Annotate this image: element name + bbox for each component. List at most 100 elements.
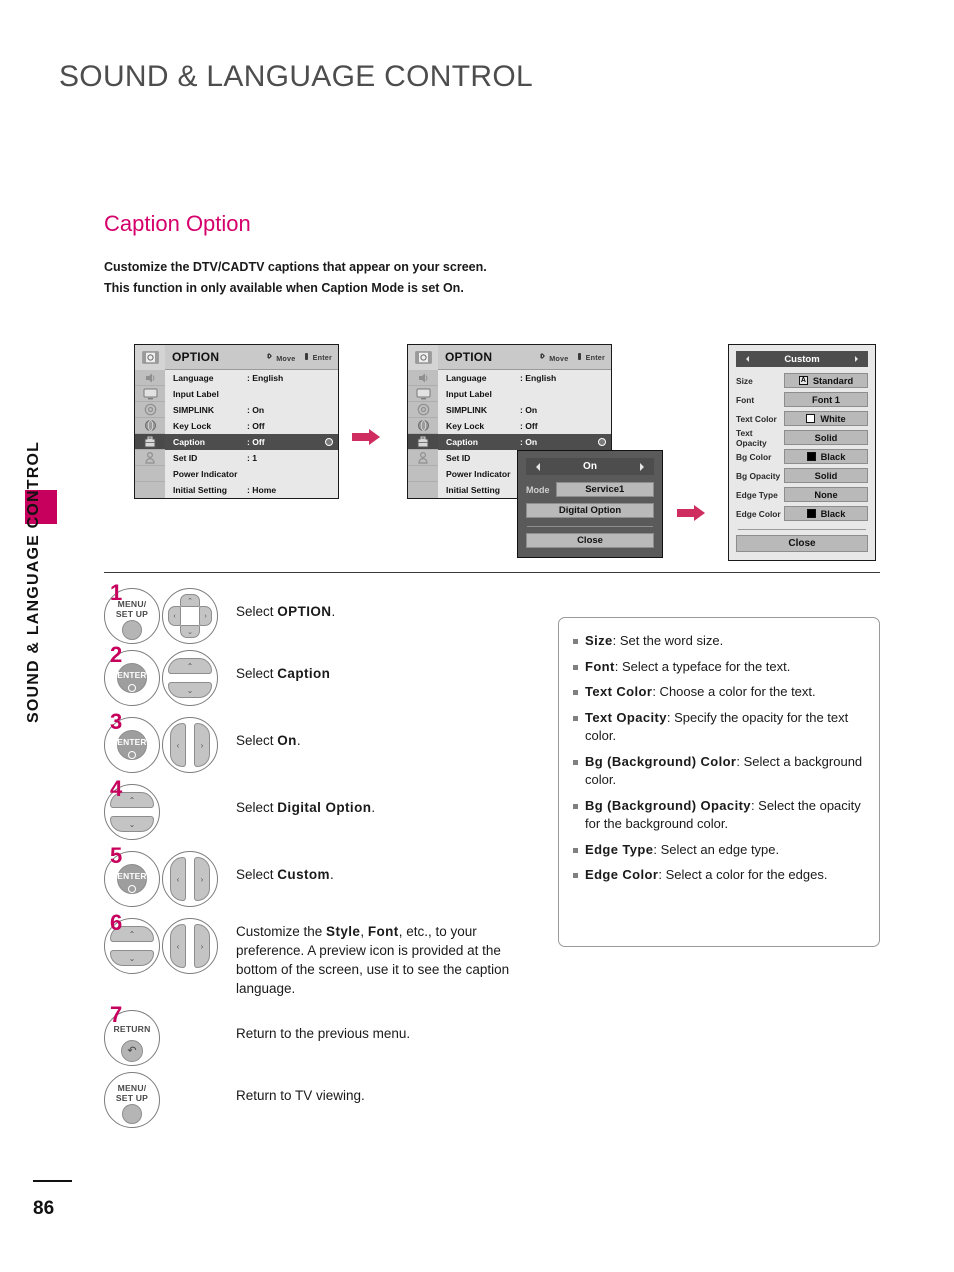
osd-row[interactable]: Input Label: [438, 386, 611, 402]
caption-mode-label: Mode: [526, 484, 550, 495]
caption-mode-row: Mode Service1: [526, 482, 654, 497]
bullet-text: Bg (Background) Opacity: Select the opac…: [585, 797, 861, 832]
return-arrow-icon[interactable]: ↶: [121, 1040, 143, 1062]
leftright-control[interactable]: ‹ ›: [162, 851, 218, 907]
left-icon[interactable]: ‹: [170, 857, 186, 901]
custom-row-value[interactable]: White: [784, 411, 868, 426]
step-3-number: 3: [110, 709, 123, 734]
bullet-term: Edge Type: [585, 841, 654, 857]
down-icon[interactable]: ⌄: [110, 950, 154, 966]
left-icon[interactable]: ‹: [170, 924, 186, 968]
step-7: 7 RETURN ↶ Return to the previous menu.: [104, 1004, 544, 1072]
osd-row[interactable]: Key Lock: Off: [438, 418, 611, 434]
osd-row-label: Initial Setting: [173, 485, 227, 495]
custom-divider: [738, 529, 866, 530]
osd-row-indicator-icon: [325, 438, 333, 446]
chevron-left-icon[interactable]: [532, 462, 540, 471]
dpad-up-icon[interactable]: ⌃: [180, 594, 200, 607]
dpad-left-icon[interactable]: ‹: [168, 606, 181, 626]
step-4-text: Select Digital Option.: [236, 800, 376, 815]
custom-row[interactable]: Text Color White: [736, 409, 868, 428]
enter-hint-2: Enter: [576, 352, 605, 362]
dpad-icon: [538, 352, 547, 361]
osd-row[interactable]: SIMPLINK: On: [165, 402, 338, 418]
chevron-right-icon[interactable]: [855, 356, 861, 362]
custom-row-value[interactable]: Solid: [784, 430, 868, 445]
custom-row-value[interactable]: Font 1: [784, 392, 868, 407]
down-icon[interactable]: ⌄: [168, 682, 212, 698]
custom-row-value[interactable]: Black: [784, 506, 868, 521]
osd-row[interactable]: Initial Setting: Home: [165, 482, 338, 498]
leftright-control[interactable]: ‹ ›: [162, 918, 218, 974]
osd-row-label: Caption: [446, 437, 478, 447]
bullet-square-icon: [573, 759, 578, 765]
leftright-pair[interactable]: ‹ ›: [170, 924, 210, 968]
custom-row[interactable]: Font Font 1: [736, 390, 868, 409]
updown-pair[interactable]: ⌃ ⌄: [168, 658, 212, 698]
right-icon[interactable]: ›: [194, 857, 210, 901]
step-7-keys: RETURN ↶: [104, 1010, 226, 1066]
speaker-icon: [408, 370, 438, 386]
osd-row[interactable]: Language: English: [165, 370, 338, 386]
custom-row[interactable]: Edge Type None: [736, 485, 868, 504]
left-icon[interactable]: ‹: [170, 723, 186, 767]
osd-row[interactable]: Caption: Off: [165, 434, 338, 450]
dpad-control[interactable]: ⌃ ⌄ ‹ ›: [162, 588, 218, 644]
custom-row[interactable]: Bg Opacity Solid: [736, 466, 868, 485]
lock-icon: [408, 450, 438, 466]
menu-setup-button[interactable]: MENU/ SET UP: [104, 1072, 160, 1128]
custom-row[interactable]: Edge Color Black: [736, 504, 868, 523]
custom-row-value[interactable]: A Standard: [784, 373, 868, 388]
osd-row[interactable]: Key Lock: Off: [165, 418, 338, 434]
osd-row[interactable]: SIMPLINK: On: [438, 402, 611, 418]
custom-row[interactable]: Bg Color Black: [736, 447, 868, 466]
chevron-right-icon[interactable]: [640, 462, 648, 471]
caption-state-selector[interactable]: On: [526, 458, 654, 475]
down-icon[interactable]: ⌄: [110, 816, 154, 832]
lock-icon: [135, 450, 165, 466]
custom-row-label: Edge Color: [736, 508, 781, 519]
osd-hints-2: Move Enter: [538, 352, 605, 363]
move-hint-2: Move: [538, 352, 568, 363]
custom-row-value[interactable]: Solid: [784, 468, 868, 483]
up-icon[interactable]: ⌃: [168, 658, 212, 674]
menu-setup-knob[interactable]: [122, 1104, 142, 1124]
footer-rule: [33, 1180, 72, 1182]
speaker-icon: [135, 370, 165, 386]
briefcase-icon: [408, 434, 438, 450]
flow-arrow-1: [352, 429, 380, 445]
leftright-control[interactable]: ‹ ›: [162, 717, 218, 773]
digital-option-button[interactable]: Digital Option: [526, 503, 654, 518]
step-3: 3 ENTER ‹ › Select On.: [104, 711, 544, 784]
menu-setup-knob[interactable]: [122, 620, 142, 640]
custom-row-value[interactable]: None: [784, 487, 868, 502]
osd-row-value: : Off: [247, 421, 265, 431]
osd-row-indicator-icon: [598, 438, 606, 446]
custom-row[interactable]: Text Opacity Solid: [736, 428, 868, 448]
leftright-pair[interactable]: ‹ ›: [170, 857, 210, 901]
dpad-down-icon[interactable]: ⌄: [180, 625, 200, 638]
custom-close-button[interactable]: Close: [736, 535, 868, 552]
custom-row-value[interactable]: Black: [784, 449, 868, 464]
osd-row[interactable]: Set ID: 1: [165, 450, 338, 466]
popup-close-button[interactable]: Close: [526, 533, 654, 548]
right-icon[interactable]: ›: [194, 924, 210, 968]
dpad-ring[interactable]: ⌃ ⌄ ‹ ›: [168, 594, 212, 638]
osd-row[interactable]: Language: English: [438, 370, 611, 386]
custom-row[interactable]: Size A Standard: [736, 371, 868, 390]
leftright-pair[interactable]: ‹ ›: [170, 723, 210, 767]
custom-row-value-text: White: [820, 413, 846, 424]
custom-rows: Size A Standard Font Font 1 Text Color White Te…: [736, 371, 868, 523]
osd-row[interactable]: Caption: On: [438, 434, 611, 450]
chevron-left-icon[interactable]: [743, 356, 749, 362]
right-icon[interactable]: ›: [194, 723, 210, 767]
osd-header-2: OPTION Move Enter: [408, 344, 611, 370]
osd-row[interactable]: Input Label: [165, 386, 338, 402]
osd-row[interactable]: Power Indicator: [165, 466, 338, 482]
caption-mode-value[interactable]: Service1: [555, 482, 654, 497]
rail-spacer-2: [135, 482, 165, 498]
custom-style-selector[interactable]: Custom: [736, 351, 868, 367]
custom-row-label: Edge Type: [736, 489, 778, 500]
updown-control[interactable]: ⌃ ⌄: [162, 650, 218, 706]
dpad-right-icon[interactable]: ›: [199, 606, 212, 626]
